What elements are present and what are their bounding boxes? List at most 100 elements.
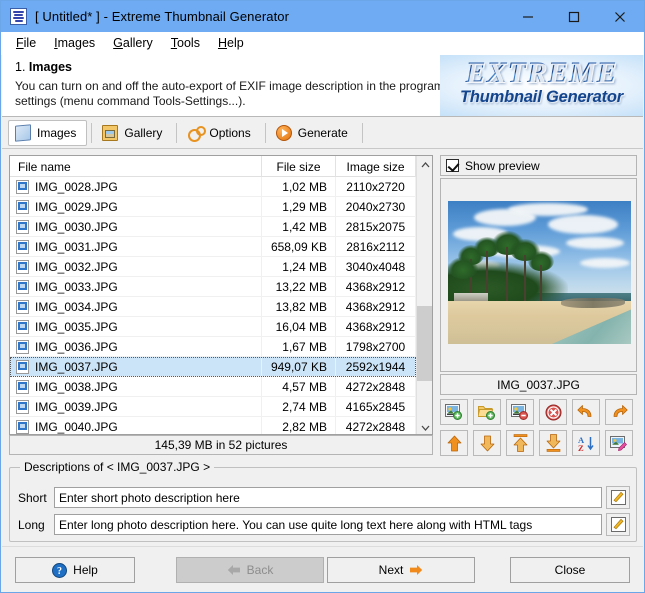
file-list[interactable]: File name File size Image size IMG_0028.… (9, 155, 433, 435)
add-folder-button[interactable] (473, 399, 501, 425)
file-row-name-cell: IMG_0038.JPG (10, 376, 262, 397)
jpg-file-icon (16, 379, 29, 394)
short-description-row: Short (18, 486, 630, 509)
remove-image-button[interactable] (506, 399, 534, 425)
file-row-size: 658,09 KB (262, 236, 336, 257)
table-row[interactable]: IMG_0032.JPG 1,24 MB 3040x4048 (10, 256, 416, 277)
next-button-label: Next (378, 563, 404, 577)
long-description-input[interactable] (54, 514, 602, 535)
file-row-dimensions: 2110x2720 (336, 177, 416, 197)
step-number: 1. (15, 60, 26, 74)
short-description-edit-button[interactable] (606, 486, 630, 509)
edit-image-button[interactable] (605, 430, 633, 456)
file-row-size: 13,22 MB (262, 276, 336, 297)
app-window: [ Untitled* ] - Extreme Thumbnail Genera… (0, 0, 645, 593)
jpg-file-icon (16, 199, 29, 214)
close-window-button[interactable] (597, 1, 643, 32)
arrow-left-icon (227, 565, 240, 575)
column-header-filename[interactable]: File name (10, 156, 262, 177)
file-row-size: 1,67 MB (262, 336, 336, 357)
tab-gallery[interactable]: Gallery (96, 120, 172, 146)
column-header-imagesize[interactable]: Image size (336, 156, 416, 177)
file-list-rows: IMG_0028.JPG 1,02 MB 2110x2720 IMG_0029.JPG… (10, 177, 416, 434)
tab-options[interactable]: Options (181, 120, 260, 146)
table-row[interactable]: IMG_0031.JPG 658,09 KB 2816x2112 (10, 236, 416, 257)
tab-bar: Images Gallery Options Generate (2, 117, 643, 149)
sort-button[interactable]: A Z (572, 430, 600, 456)
file-list-scrollbar[interactable] (416, 156, 432, 434)
tab-images[interactable]: Images (8, 119, 88, 146)
table-row[interactable]: IMG_0038.JPG 4,57 MB 4272x2848 (10, 376, 416, 397)
image-toolbar: A Z (440, 399, 640, 461)
file-row-size: 13,82 MB (262, 296, 336, 317)
table-row[interactable]: IMG_0039.JPG 2,74 MB 4165x2845 (10, 396, 416, 417)
file-row-size: 1,42 MB (262, 216, 336, 237)
maximize-button[interactable] (551, 1, 597, 32)
file-list-header: File name File size Image size (10, 156, 432, 177)
file-row-name: IMG_0033.JPG (35, 279, 118, 294)
show-preview-checkbox[interactable]: Show preview (440, 155, 637, 176)
back-button[interactable]: Back (176, 557, 324, 583)
logo-subtitle-text: Thumbnail Generator (459, 88, 624, 106)
minimize-button[interactable] (505, 1, 551, 32)
long-description-label: Long (18, 517, 45, 532)
menu-help[interactable]: Help (209, 34, 253, 53)
preview-rocks (561, 298, 625, 308)
help-button[interactable]: ? Help (15, 557, 135, 583)
add-image-button[interactable] (440, 399, 468, 425)
chevron-up-icon[interactable] (417, 156, 432, 173)
table-row[interactable]: IMG_0036.JPG 1,67 MB 1798x2700 (10, 336, 416, 357)
file-row-dimensions: 4368x2912 (336, 316, 416, 337)
tab-separator-3 (264, 122, 266, 143)
file-row-name: IMG_0034.JPG (35, 299, 118, 314)
file-row-name: IMG_0039.JPG (35, 399, 118, 414)
tab-generate[interactable]: Generate (270, 120, 358, 146)
arrow-right-icon (410, 565, 423, 575)
close-button[interactable]: Close (510, 557, 630, 583)
menu-file[interactable]: File (7, 34, 45, 53)
long-description-edit-button[interactable] (606, 513, 630, 536)
jpg-file-icon (16, 279, 29, 294)
preview-cloud (580, 258, 630, 268)
table-row[interactable]: IMG_0028.JPG 1,02 MB 2110x2720 (10, 177, 416, 197)
menu-gallery[interactable]: Gallery (104, 34, 162, 53)
menu-file-rest: ile (23, 36, 37, 50)
menu-tools[interactable]: Tools (162, 34, 209, 53)
move-top-button[interactable] (506, 430, 534, 456)
table-row[interactable]: IMG_0029.JPG 1,29 MB 2040x2730 (10, 196, 416, 217)
scrollbar-thumb[interactable] (417, 306, 432, 381)
file-row-dimensions: 2815x2075 (336, 216, 416, 237)
table-row[interactable]: IMG_0035.JPG 16,04 MB 4368x2912 (10, 316, 416, 337)
file-row-name-cell: IMG_0034.JPG (10, 296, 262, 317)
table-row[interactable]: IMG_0037.JPG 949,07 KB 2592x1944 (10, 356, 416, 377)
move-bottom-button[interactable] (539, 430, 567, 456)
file-row-size: 1,02 MB (262, 177, 336, 197)
table-row[interactable]: IMG_0040.JPG 2,82 MB 4272x2848 (10, 416, 416, 434)
file-row-name-cell: IMG_0040.JPG (10, 416, 262, 434)
file-row-name: IMG_0028.JPG (35, 179, 118, 194)
redo-button[interactable] (605, 399, 633, 425)
file-row-name: IMG_0029.JPG (35, 199, 118, 214)
menu-images[interactable]: Images (45, 34, 104, 53)
step-description: You can turn on and off the auto-export … (15, 79, 444, 108)
move-down-button[interactable] (473, 430, 501, 456)
short-description-input[interactable] (54, 487, 602, 508)
file-row-dimensions: 4165x2845 (336, 396, 416, 417)
chevron-down-icon[interactable] (417, 419, 432, 434)
clear-list-button[interactable] (539, 399, 567, 425)
preview-trunk (540, 265, 542, 301)
table-row[interactable]: IMG_0034.JPG 13,82 MB 4368x2912 (10, 296, 416, 317)
table-row[interactable]: IMG_0033.JPG 13,22 MB 4368x2912 (10, 276, 416, 297)
next-button[interactable]: Next (327, 557, 475, 583)
descriptions-legend: Descriptions of < IMG_0037.JPG > (20, 460, 215, 474)
jpg-file-icon (16, 339, 29, 354)
menu-tools-rest: ools (177, 36, 200, 50)
move-up-button[interactable] (440, 430, 468, 456)
table-row[interactable]: IMG_0030.JPG 1,42 MB 2815x2075 (10, 216, 416, 237)
tab-images-label: Images (37, 125, 77, 140)
preview-filename: IMG_0037.JPG (440, 374, 637, 395)
file-row-dimensions: 4368x2912 (336, 296, 416, 317)
jpg-file-icon (16, 319, 29, 334)
column-header-filesize[interactable]: File size (262, 156, 336, 177)
undo-button[interactable] (572, 399, 600, 425)
